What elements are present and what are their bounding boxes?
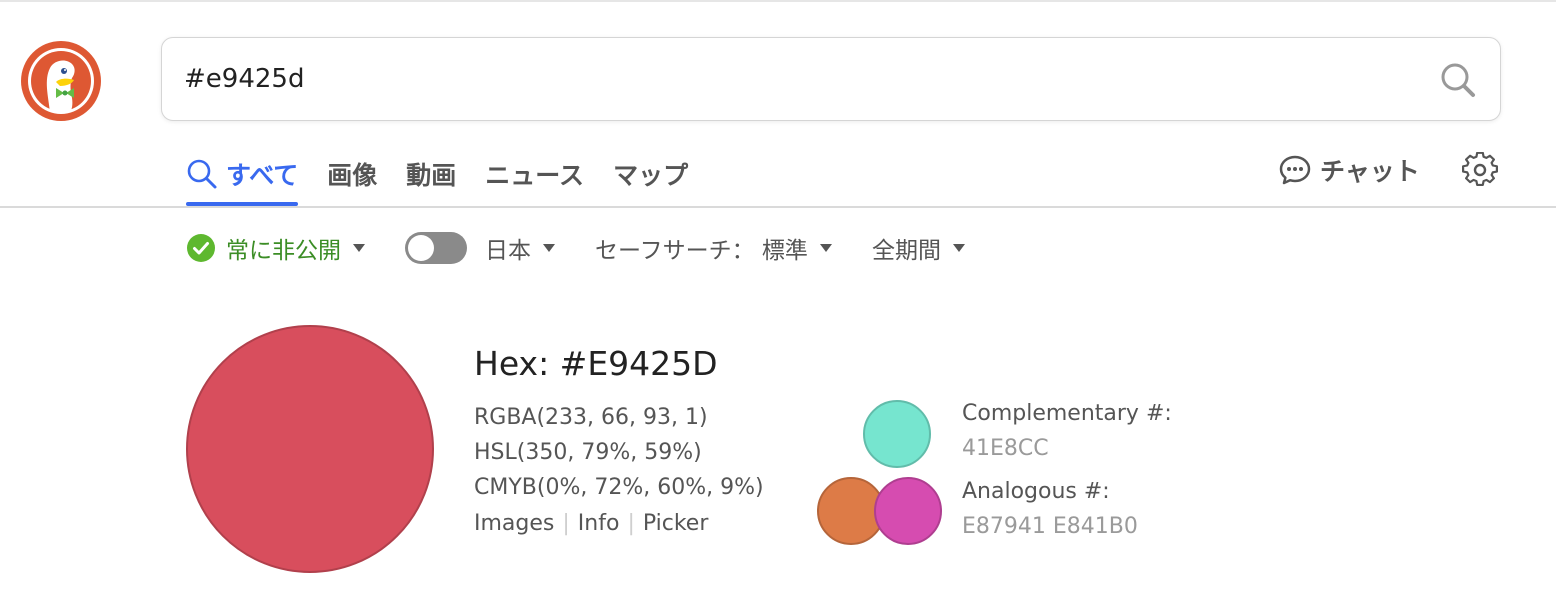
tab-all[interactable]: すべて [186,144,299,206]
tab-label: マップ [613,161,689,190]
safesearch-filter[interactable]: セーフサーチ： 標準 [595,231,832,265]
tab-images[interactable]: 画像 [327,144,377,204]
caret-down-icon [952,244,965,252]
check-circle-icon [187,234,215,262]
region-filter[interactable]: 日本 [405,231,555,265]
rgba-value: RGBA(233, 66, 93, 1) [474,405,708,430]
color-values: RGBA(233, 66, 93, 1) HSL(350, 79%, 59%) … [474,400,764,505]
gear-icon[interactable] [1462,152,1498,188]
region-filter-label: 日本 [485,238,531,264]
time-filter-label: 全期間 [871,238,941,264]
tab-label: 動画 [406,161,457,190]
link-separator: | [562,511,570,536]
color-links: Images | Info | Picker [474,511,708,536]
tab-label: ニュース [485,161,585,190]
search-tabs: すべて 画像 動画 ニュース マップ [186,144,717,206]
main-color-swatch [186,325,434,573]
tab-videos[interactable]: 動画 [406,144,456,204]
search-icon [187,159,217,189]
complementary-swatch[interactable] [863,400,931,468]
search-input[interactable] [184,38,1384,120]
time-filter[interactable]: 全期間 [872,231,965,265]
privacy-filter[interactable]: 常に非公開 [186,231,365,265]
caret-down-icon [353,244,365,252]
complementary-label: Complementary #: [962,401,1172,426]
chat-label: チャット [1320,157,1420,186]
duckduckgo-logo-icon[interactable] [20,40,102,122]
tab-news[interactable]: ニュース [485,144,584,204]
picker-link[interactable]: Picker [643,511,709,536]
toggle-knob [408,235,434,261]
search-box [161,37,1501,121]
tab-label: すべて [226,161,299,190]
analogous-label: Analogous #: [962,479,1110,504]
link-separator: | [627,511,635,536]
hex-title: Hex: #E9425D [474,344,718,383]
cmyb-value: CMYB(0%, 72%, 60%, 9%) [474,475,764,500]
analogous-value: E87941 E841B0 [962,514,1138,539]
hsl-value: HSL(350, 79%, 59%) [474,440,702,465]
caret-down-icon [819,244,832,252]
region-toggle[interactable] [405,232,467,264]
chat-bubble-icon [1279,155,1311,185]
safesearch-filter-label: セーフサーチ： 標準 [595,238,808,264]
search-filters: 常に非公開 日本 セーフサーチ： 標準 全期間 [186,228,1005,268]
tabs-divider [0,206,1556,208]
privacy-filter-label: 常に非公開 [226,238,341,264]
analogous-swatch-2[interactable] [874,477,942,545]
search-icon[interactable] [1438,60,1478,100]
info-link[interactable]: Info [578,511,620,536]
images-link[interactable]: Images [474,511,554,536]
tab-maps[interactable]: マップ [613,144,688,204]
page: すべて 画像 動画 ニュース マップ チャット [0,0,1556,602]
chat-button[interactable]: チャット [1278,152,1420,188]
complementary-value: 41E8CC [962,436,1049,461]
tab-label: 画像 [327,161,378,190]
caret-down-icon [543,244,555,252]
